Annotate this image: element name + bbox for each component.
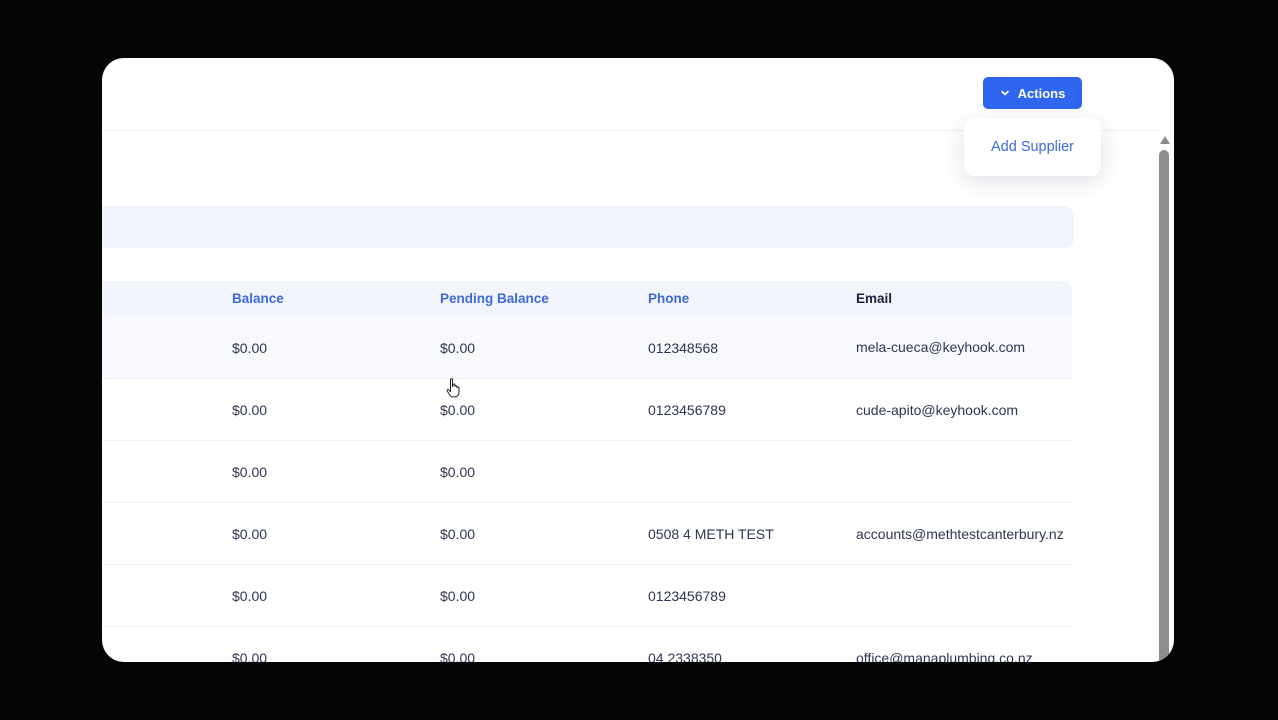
cell-email: office@manaplumbing.co.nz bbox=[856, 649, 1033, 663]
column-header-balance[interactable]: Balance bbox=[232, 281, 284, 317]
suppliers-table: Balance Pending Balance Phone Email $0.0… bbox=[102, 281, 1072, 662]
cell-balance: $0.00 bbox=[232, 649, 268, 663]
vertical-scrollbar[interactable] bbox=[1158, 134, 1172, 662]
cell-balance: $0.00 bbox=[232, 463, 268, 480]
cell-email: cude-apito@keyhook.com bbox=[856, 401, 1019, 418]
cell-pending-balance: $0.00 bbox=[440, 649, 476, 663]
cell-phone: 012348568 bbox=[648, 339, 719, 356]
chevron-down-icon bbox=[1000, 90, 1009, 96]
cell-balance: $0.00 bbox=[232, 525, 268, 542]
table-row[interactable]: $0.00 $0.00 0508 4 METH TEST accounts@me… bbox=[102, 503, 1072, 565]
cell-pending-balance: $0.00 bbox=[440, 339, 476, 356]
table-header: Balance Pending Balance Phone Email bbox=[102, 281, 1072, 317]
cell-balance: $0.00 bbox=[232, 587, 268, 604]
actions-dropdown-menu: Add Supplier bbox=[964, 118, 1101, 176]
cell-phone: 0123456789 bbox=[648, 401, 726, 418]
table-row[interactable]: $0.00 $0.00 04 2338350 office@manaplumbi… bbox=[102, 627, 1072, 663]
column-header-phone[interactable]: Phone bbox=[648, 281, 689, 317]
cell-email: mela-cueca@keyhook.com bbox=[856, 339, 1026, 355]
cell-pending-balance: $0.00 bbox=[440, 463, 476, 480]
table-row[interactable]: $0.00 $0.00 0123456789 cude-apito@keyhoo… bbox=[102, 379, 1072, 441]
cell-email: accounts@methtestcanterbury.nz bbox=[856, 525, 1064, 542]
cell-phone: 04 2338350 bbox=[648, 649, 722, 663]
menu-item-add-supplier[interactable]: Add Supplier bbox=[991, 139, 1074, 155]
actions-button-label: Actions bbox=[1017, 85, 1066, 101]
table-row[interactable]: $0.00 $0.00 0123456789 bbox=[102, 565, 1072, 627]
scrollbar-thumb[interactable] bbox=[1159, 150, 1169, 662]
table-row[interactable]: $0.00 $0.00 bbox=[102, 441, 1072, 503]
hand-cursor-icon bbox=[446, 378, 460, 398]
cell-phone: 0508 4 METH TEST bbox=[648, 525, 774, 542]
column-header-email[interactable]: Email bbox=[856, 281, 892, 317]
filter-bar[interactable] bbox=[102, 206, 1074, 248]
actions-button[interactable]: Actions bbox=[983, 77, 1082, 109]
cell-pending-balance: $0.00 bbox=[440, 587, 476, 604]
scroll-up-arrow-icon[interactable] bbox=[1160, 136, 1170, 144]
cell-pending-balance: $0.00 bbox=[440, 525, 476, 542]
cell-phone: 0123456789 bbox=[648, 587, 726, 604]
app-window: Actions Balance Pending Balance Phone Em… bbox=[102, 58, 1174, 662]
column-header-pending-balance[interactable]: Pending Balance bbox=[440, 281, 549, 317]
table-row[interactable]: $0.00 $0.00 012348568 mela-cueca@keyhook… bbox=[102, 317, 1072, 379]
cell-balance: $0.00 bbox=[232, 339, 268, 356]
cell-balance: $0.00 bbox=[232, 401, 268, 418]
